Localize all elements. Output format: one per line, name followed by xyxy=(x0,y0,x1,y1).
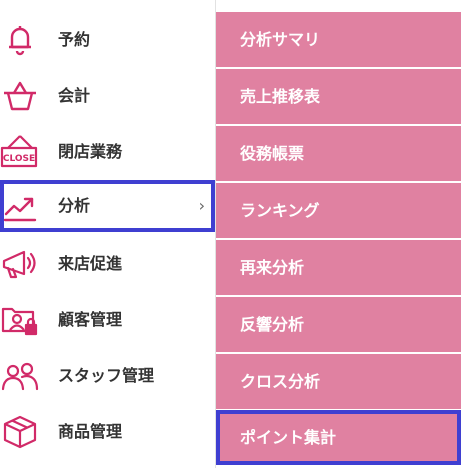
customer-card-icon xyxy=(0,300,40,340)
main-menu: 予約 会計 CLOSE 閉店業務 分析 › 来店促進 顧客管理 スタッフ管理 商… xyxy=(0,0,215,468)
menu-item-label: 閉店業務 xyxy=(58,142,123,161)
submenu-item-label: 役務帳票 xyxy=(240,144,305,163)
menu-item-analysis[interactable]: 分析 › xyxy=(0,180,215,232)
submenu-item-label: 反響分析 xyxy=(240,315,305,334)
submenu-item-analysis-summary[interactable]: 分析サマリ xyxy=(216,12,461,67)
submenu-item-sales-trend[interactable]: 売上推移表 xyxy=(216,69,461,124)
menu-item-label: 予約 xyxy=(58,30,91,49)
menu-item-label: 顧客管理 xyxy=(58,310,123,329)
box-icon xyxy=(0,412,40,452)
menu-item-product-management[interactable]: 商品管理 xyxy=(0,404,215,460)
submenu-item-service-report[interactable]: 役務帳票 xyxy=(216,126,461,181)
menu-item-staff-management[interactable]: スタッフ管理 xyxy=(0,348,215,404)
menu-item-label: 会計 xyxy=(58,86,91,105)
menu-item-label: 商品管理 xyxy=(58,422,123,441)
submenu-item-label: 売上推移表 xyxy=(240,87,321,106)
menu-item-customer-management[interactable]: 顧客管理 xyxy=(0,292,215,348)
menu-item-closing[interactable]: CLOSE 閉店業務 xyxy=(0,124,215,180)
menu-item-reservation[interactable]: 予約 xyxy=(0,12,215,68)
close-sign-text: CLOSE xyxy=(3,154,35,164)
chart-trend-icon xyxy=(0,186,40,226)
submenu-item-cross-analysis[interactable]: クロス分析 xyxy=(216,354,461,409)
menu-item-label: 来店促進 xyxy=(58,254,123,273)
submenu-item-response-analysis[interactable]: 反響分析 xyxy=(216,297,461,352)
menu-item-checkout[interactable]: 会計 xyxy=(0,68,215,124)
submenu-item-label: 分析サマリ xyxy=(240,30,321,49)
menu-item-label: スタッフ管理 xyxy=(58,366,155,385)
menu-item-label: 分析 xyxy=(58,196,91,215)
chevron-right-icon: › xyxy=(198,196,205,215)
bell-icon xyxy=(0,20,40,60)
submenu-item-label: ポイント集計 xyxy=(240,428,337,447)
close-sign-icon: CLOSE xyxy=(0,132,40,172)
staff-icon xyxy=(0,356,40,396)
submenu-item-return-analysis[interactable]: 再来分析 xyxy=(216,240,461,295)
submenu-item-label: ランキング xyxy=(240,201,320,220)
megaphone-icon xyxy=(0,244,40,284)
submenu-item-point-summary[interactable]: ポイント集計 xyxy=(216,410,461,465)
submenu-item-ranking[interactable]: ランキング xyxy=(216,183,461,238)
basket-icon xyxy=(0,76,40,116)
submenu-item-label: 再来分析 xyxy=(240,258,305,277)
menu-item-visit-promotion[interactable]: 来店促進 xyxy=(0,236,215,292)
submenu-item-label: クロス分析 xyxy=(240,372,321,391)
